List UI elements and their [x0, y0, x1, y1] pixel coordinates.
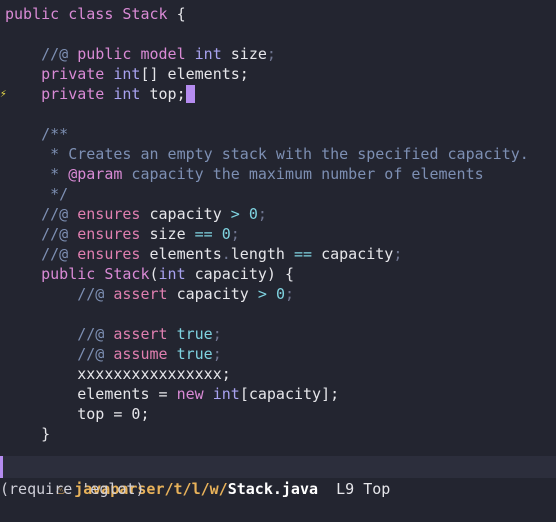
type-int: int [194, 45, 222, 63]
field-top: top; [149, 85, 186, 103]
keyword-public: public [41, 265, 96, 283]
code-line-5[interactable]: private int top; [5, 84, 195, 104]
text-cursor [185, 84, 195, 103]
javadoc-description: * Creates an empty stack with the specif… [41, 145, 529, 163]
close-brace: } [41, 425, 51, 443]
semicolon: ; [230, 225, 240, 243]
identifier: capacity [321, 245, 394, 263]
open-brace: { [167, 5, 186, 23]
jml-assume: assume [113, 345, 168, 363]
code-line-13[interactable]: //@ ensures elements.length == capacity; [5, 244, 402, 264]
type-int: int [158, 265, 186, 283]
paren: ( [149, 265, 159, 283]
jml-comment-marker: //@ [77, 325, 105, 343]
operator: == [194, 225, 213, 243]
operator: > [230, 205, 240, 223]
identifier: size [149, 225, 186, 243]
array-size: [capacity]; [239, 385, 340, 403]
operator: > [257, 285, 267, 303]
keyword-class: class [68, 5, 114, 23]
statement: top = 0; [77, 405, 150, 423]
statement: xxxxxxxxxxxxxxxx; [77, 365, 231, 383]
javadoc-param-tag: @param [68, 165, 123, 183]
jml-comment-marker: //@ [41, 225, 69, 243]
keyword-private: private [41, 85, 105, 103]
code-editor[interactable]: public class Stack { //@ public model in… [0, 4, 556, 452]
code-line-14[interactable]: public Stack(int capacity) { [5, 264, 294, 284]
jml-comment-marker: //@ [77, 285, 105, 303]
keyword-private: private [41, 65, 105, 83]
javadoc-open: /** [41, 125, 69, 143]
class-name: Stack [122, 5, 168, 23]
keyword-model: model [140, 45, 186, 63]
semicolon: ; [393, 245, 403, 263]
jml-ensures: ensures [77, 245, 141, 263]
semicolon: ; [212, 345, 222, 363]
code-line-8[interactable]: * Creates an empty stack with the specif… [5, 144, 529, 164]
semicolon: ; [266, 45, 276, 63]
type-int: int [113, 65, 141, 83]
modeline[interactable]: ♨ javaparser/t/l/w/Stack.java L9 Top [0, 456, 556, 498]
jml-comment-marker: //@ [41, 45, 69, 63]
code-line-4[interactable]: private int[] elements; [5, 64, 249, 84]
code-line-10[interactable]: */ [5, 184, 68, 204]
dot: . [221, 245, 231, 263]
code-line-1[interactable]: public class Stack { [5, 4, 186, 24]
code-line-15[interactable]: //@ assert capacity > 0; [5, 284, 294, 304]
minibuffer[interactable]: (require 'eglot) [0, 478, 556, 502]
number: 0 [248, 205, 258, 223]
boolean-true: true [176, 325, 213, 343]
code-line-18[interactable]: //@ assume true; [5, 344, 222, 364]
field-size: size [230, 45, 267, 63]
param-list: capacity) { [185, 265, 294, 283]
field-elements: [] elements; [140, 65, 249, 83]
jml-comment-marker: //@ [41, 245, 69, 263]
jml-assert: assert [113, 285, 168, 303]
jml-assert: assert [113, 325, 168, 343]
semicolon: ; [257, 205, 267, 223]
identifier: capacity [176, 285, 249, 303]
javadoc-star: * [41, 165, 69, 183]
number: 0 [221, 225, 231, 243]
constructor-name: Stack [104, 265, 150, 283]
minibuffer-text: (require 'eglot) [0, 480, 145, 498]
code-line-20[interactable]: elements = new int[capacity]; [5, 384, 339, 404]
code-line-22[interactable]: } [5, 424, 50, 444]
code-line-9[interactable]: * @param capacity the maximum number of … [5, 164, 484, 184]
keyword-new: new [176, 385, 204, 403]
semicolon: ; [284, 285, 294, 303]
code-line-17[interactable]: //@ assert true; [5, 324, 222, 344]
identifier: length [230, 245, 285, 263]
code-line-3[interactable]: //@ public model int size; [5, 44, 276, 64]
assignment: elements = [77, 385, 177, 403]
jml-ensures: ensures [77, 205, 141, 223]
modeline-indicator [0, 456, 3, 478]
boolean-true: true [176, 345, 213, 363]
jml-ensures: ensures [77, 225, 141, 243]
operator: == [294, 245, 313, 263]
jml-comment-marker: //@ [77, 345, 105, 363]
javadoc-param-text: capacity the maximum number of elements [122, 165, 484, 183]
code-line-12[interactable]: //@ ensures size == 0; [5, 224, 240, 244]
keyword-public: public [5, 5, 60, 23]
type-int: int [113, 85, 141, 103]
code-line-21[interactable]: top = 0; [5, 404, 150, 424]
code-line-7[interactable]: /** [5, 124, 68, 144]
javadoc-close: */ [41, 185, 69, 203]
jml-comment-marker: //@ [41, 205, 69, 223]
semicolon: ; [212, 325, 222, 343]
number: 0 [275, 285, 285, 303]
code-line-19[interactable]: xxxxxxxxxxxxxxxx; [5, 364, 231, 384]
identifier: capacity [149, 205, 222, 223]
keyword-public: public [77, 45, 132, 63]
identifier: elements [149, 245, 222, 263]
code-line-11[interactable]: //@ ensures capacity > 0; [5, 204, 267, 224]
type-int: int [212, 385, 240, 403]
